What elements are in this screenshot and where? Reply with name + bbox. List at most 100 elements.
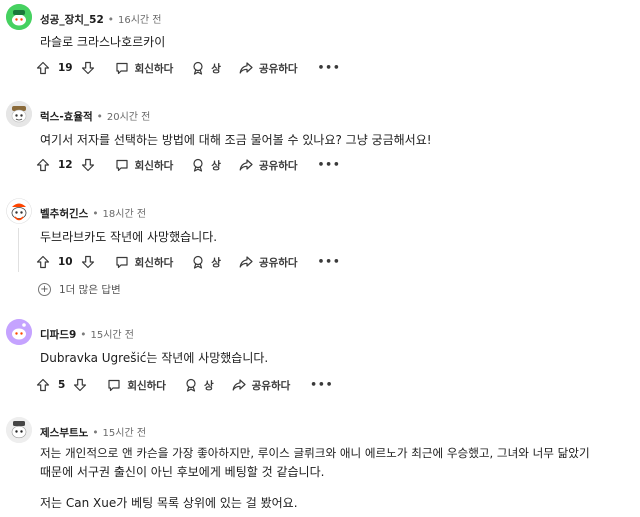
reply-button[interactable]: 회신하다: [107, 378, 166, 393]
award-label: 상: [211, 159, 221, 172]
username[interactable]: 벨추허긴스: [40, 208, 88, 220]
comment-header: 벨추허긴스 • 18시간 전: [40, 205, 146, 221]
more-options-button[interactable]: •••: [318, 159, 341, 171]
avatar[interactable]: [6, 4, 32, 30]
downvote-icon[interactable]: [81, 255, 95, 269]
award-button[interactable]: 상: [184, 378, 214, 393]
comment-body: Dubravka Ugrešić는 작년에 사망했습니다.: [40, 349, 630, 368]
action-bar: 12 회신하다 상 공유하다 •••: [36, 154, 341, 176]
award-label: 상: [211, 62, 221, 75]
avatar[interactable]: [6, 319, 32, 345]
comment-body: 여기서 저자를 선택하는 방법에 대해 조금 물어볼 수 있나요? 그냥 궁금해…: [40, 131, 630, 150]
timestamp[interactable]: 18시간 전: [103, 209, 147, 220]
upvote-icon[interactable]: [36, 378, 50, 392]
separator-dot: •: [92, 208, 99, 220]
username[interactable]: 제스부트노: [40, 427, 88, 439]
vote-count: 19: [58, 62, 73, 74]
award-button[interactable]: 상: [191, 158, 221, 173]
award-label: 상: [211, 256, 221, 269]
vote-count: 5: [58, 379, 66, 391]
share-button[interactable]: 공유하다: [232, 378, 291, 393]
plus-circle-icon: +: [38, 283, 51, 296]
avatar[interactable]: [6, 417, 32, 443]
snoo-avatar-icon: [6, 198, 32, 224]
more-options-button[interactable]: •••: [318, 62, 341, 74]
vote-control: 5: [36, 378, 87, 392]
more-options-button[interactable]: •••: [310, 379, 333, 391]
comment-text: Dubravka Ugrešić는 작년에 사망했습니다.: [40, 351, 269, 365]
comment-text-line: 저는 Can Xue가 베팅 목록 상위에 있는 걸 봤어요.: [40, 496, 298, 510]
downvote-icon[interactable]: [81, 158, 95, 172]
username[interactable]: 럭스-효율적: [40, 111, 93, 123]
reply-button[interactable]: 회신하다: [115, 61, 174, 76]
upvote-icon[interactable]: [36, 158, 50, 172]
username[interactable]: 디파드9: [40, 329, 76, 341]
share-label: 공유하다: [258, 62, 298, 75]
comment-text: 라슬로 크라스나호르카이: [40, 35, 166, 49]
reply-label: 회신하다: [134, 62, 174, 75]
share-label: 공유하다: [258, 159, 298, 172]
comment-text: 여기서 저자를 선택하는 방법에 대해 조금 물어볼 수 있나요? 그냥 궁금해…: [40, 133, 432, 147]
thread-line[interactable]: [18, 228, 19, 272]
downvote-icon[interactable]: [81, 61, 95, 75]
comment-text-spacer: [40, 482, 630, 494]
award-icon: [193, 61, 203, 75]
share-button[interactable]: 공유하다: [239, 61, 298, 76]
comment-text-line: 저는 개인적으로 앤 카슨을 가장 좋아하지만, 루이스 글뤼크와 애니 에르노…: [40, 446, 590, 460]
award-button[interactable]: 상: [191, 255, 221, 270]
vote-count: 12: [58, 159, 73, 171]
separator-dot: •: [92, 427, 99, 439]
vote-control: 10: [36, 255, 95, 269]
action-bar: 5 회신하다 상 공유하다 •••: [36, 374, 333, 396]
share-label: 공유하다: [251, 379, 291, 392]
snoo-avatar-icon: [6, 319, 32, 345]
snoo-avatar-icon: [6, 4, 32, 30]
comment-text-line: 때문에 서구권 출신이 아닌 후보에게 베팅할 것 같습니다.: [40, 465, 325, 479]
timestamp[interactable]: 16시간 전: [118, 15, 162, 26]
share-label: 공유하다: [258, 256, 298, 269]
share-button[interactable]: 공유하다: [239, 255, 298, 270]
timestamp[interactable]: 15시간 전: [91, 330, 135, 341]
award-icon: [193, 255, 203, 269]
action-bar: 19 회신하다 상 공유하다 •••: [36, 57, 341, 79]
avatar[interactable]: [6, 101, 32, 127]
reply-label: 회신하다: [134, 256, 174, 269]
action-bar: 10 회신하다 상 공유하다 •••: [36, 251, 341, 273]
vote-count: 10: [58, 256, 73, 268]
separator-dot: •: [96, 111, 103, 123]
share-icon: [239, 62, 253, 74]
award-icon: [193, 158, 203, 172]
share-icon: [239, 159, 253, 171]
reply-icon: [108, 379, 120, 392]
award-button[interactable]: 상: [191, 61, 221, 76]
share-icon: [232, 379, 246, 391]
award-label: 상: [203, 379, 214, 392]
share-icon: [239, 256, 253, 268]
separator-dot: •: [80, 329, 87, 341]
vote-control: 19: [36, 61, 95, 75]
upvote-icon[interactable]: [36, 255, 50, 269]
comment-header: 럭스-효율적 • 20시간 전: [40, 108, 150, 124]
comment-text: 두브라브카도 작년에 사망했습니다.: [40, 230, 218, 244]
username[interactable]: 성공_장치_52: [40, 14, 104, 26]
snoo-avatar-icon: [6, 417, 32, 443]
share-button[interactable]: 공유하다: [239, 158, 298, 173]
reply-icon: [116, 62, 128, 75]
comment-body: 두브라브카도 작년에 사망했습니다.: [40, 228, 630, 247]
reply-icon: [116, 256, 128, 269]
award-icon: [186, 378, 196, 392]
comment-header: 성공_장치_52 • 16시간 전: [40, 11, 161, 27]
more-options-button[interactable]: •••: [318, 256, 341, 268]
upvote-icon[interactable]: [36, 61, 50, 75]
reply-button[interactable]: 회신하다: [115, 158, 173, 173]
avatar[interactable]: [6, 198, 32, 224]
timestamp[interactable]: 15시간 전: [103, 428, 147, 439]
vote-control: 12: [36, 158, 95, 172]
snoo-avatar-icon: [6, 101, 32, 127]
downvote-icon[interactable]: [73, 378, 87, 392]
more-replies-label: 1더 많은 답변: [59, 284, 121, 296]
comment-header: 디파드9 • 15시간 전: [40, 326, 134, 342]
more-replies-button[interactable]: + 1더 많은 답변: [38, 282, 121, 297]
timestamp[interactable]: 20시간 전: [107, 112, 151, 123]
reply-button[interactable]: 회신하다: [115, 255, 174, 270]
